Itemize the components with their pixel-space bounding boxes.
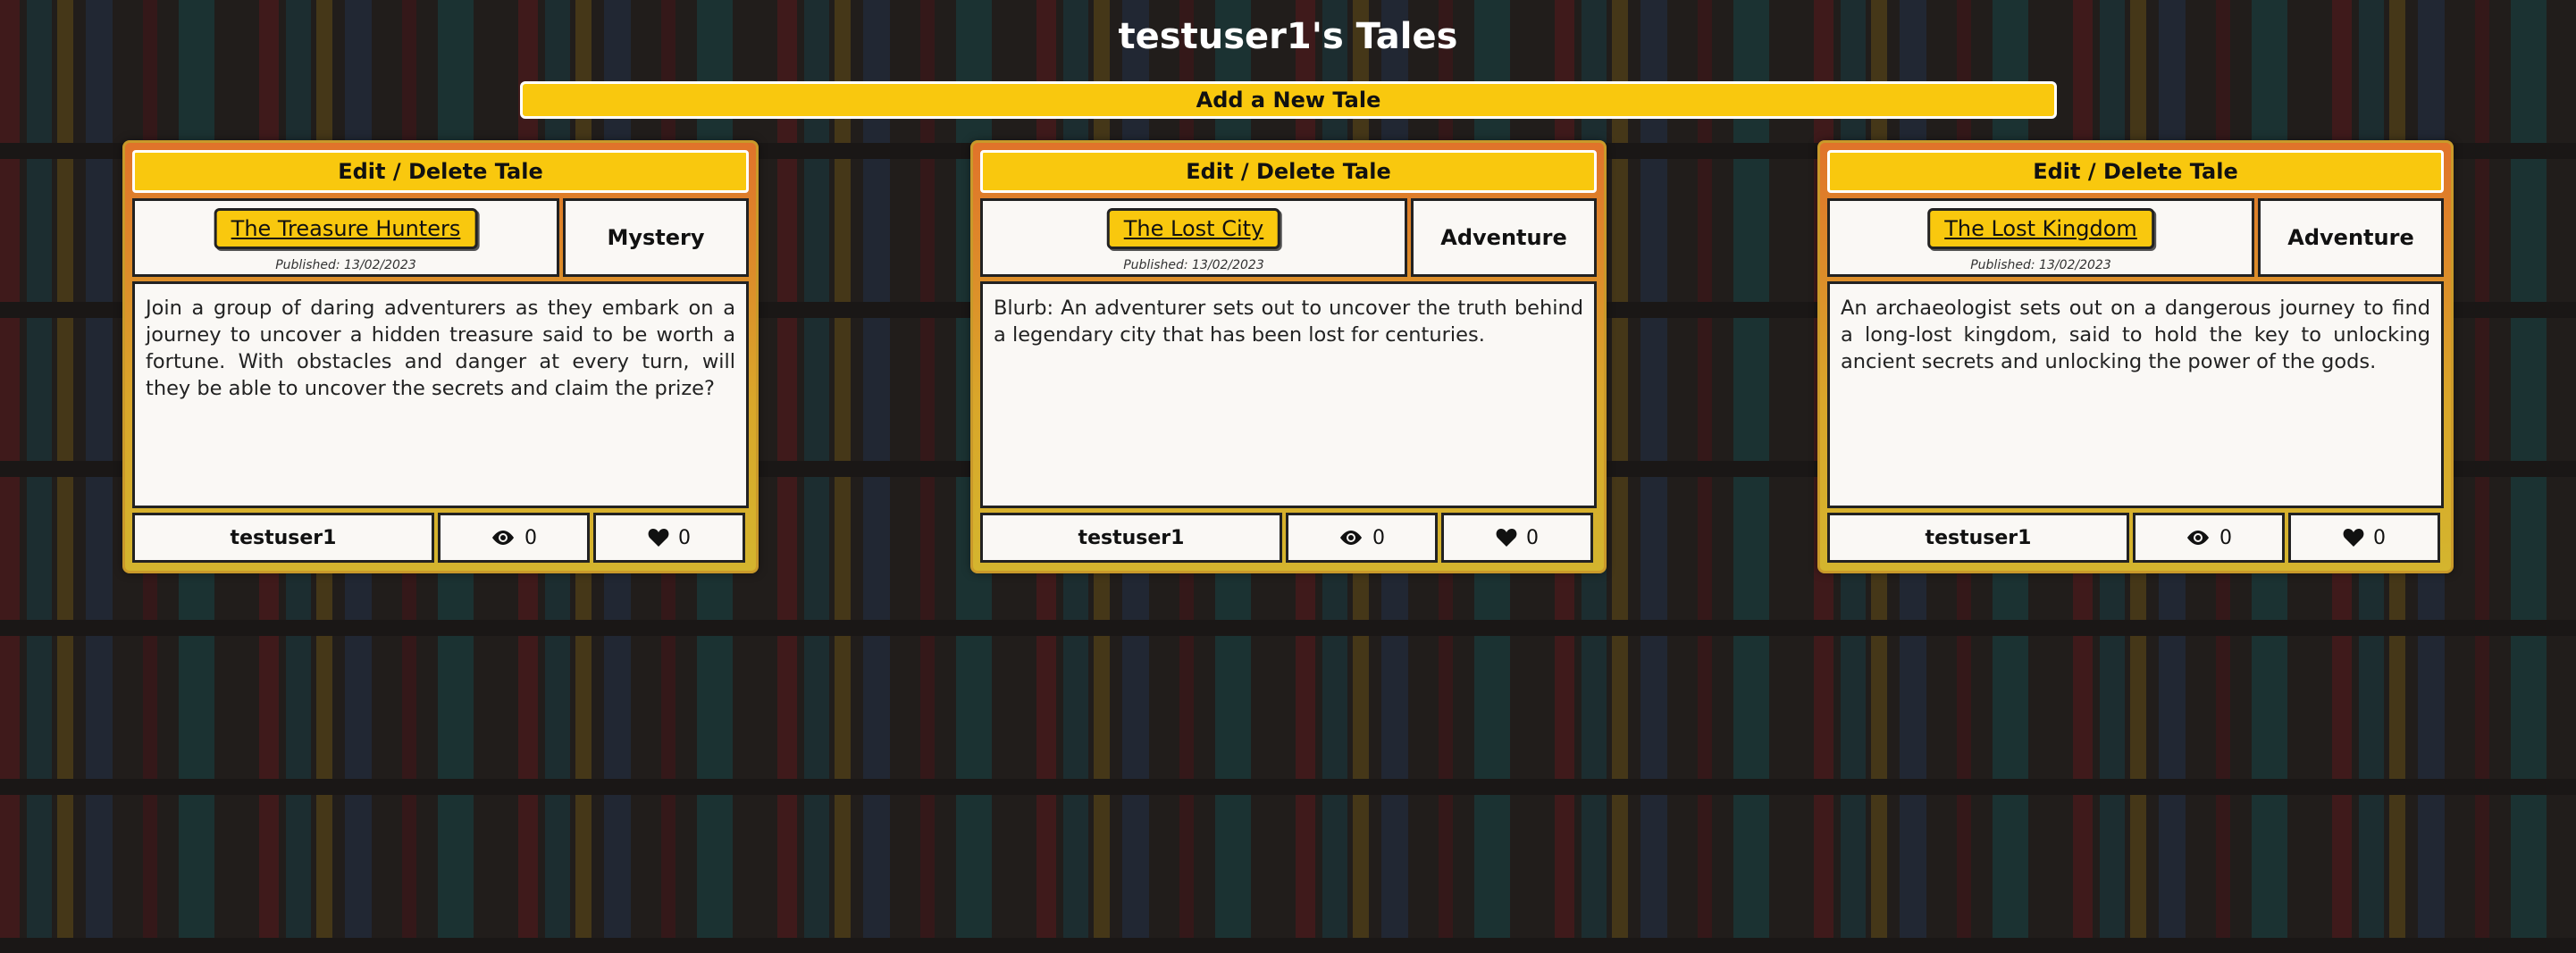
tale-title-link[interactable]: The Lost City — [1106, 208, 1281, 249]
likes-count: 0 — [678, 526, 691, 549]
heart-icon — [2343, 528, 2364, 548]
tale-blurb: Blurb: An adventurer sets out to uncover… — [980, 281, 1597, 508]
genre-label: Mystery — [563, 198, 749, 277]
likes-counter[interactable]: 0 — [2288, 513, 2440, 563]
views-count: 0 — [524, 526, 537, 549]
views-count: 0 — [2219, 526, 2232, 549]
tale-title-panel: The Lost City Published: 13/02/2023 — [980, 198, 1407, 277]
published-date: Published: 13/02/2023 — [1970, 258, 2111, 272]
tale-title-link[interactable]: The Lost Kingdom — [1927, 208, 2154, 249]
eye-icon — [1338, 529, 1364, 547]
tale-blurb: Join a group of daring adventurers as th… — [132, 281, 749, 508]
edit-delete-tale-button[interactable]: Edit / Delete Tale — [1827, 150, 2444, 193]
page: testuser1's Tales Add a New Tale Edit / … — [0, 0, 2576, 953]
views-count: 0 — [1372, 526, 1385, 549]
tale-card: Edit / Delete Tale The Lost Kingdom Publ… — [1817, 140, 2454, 573]
page-title: testuser1's Tales — [1118, 16, 1458, 57]
eye-icon — [2186, 529, 2211, 547]
tale-blurb: An archaeologist sets out on a dangerous… — [1827, 281, 2444, 508]
tale-card: Edit / Delete Tale The Lost City Publish… — [970, 140, 1607, 573]
edit-delete-tale-button[interactable]: Edit / Delete Tale — [980, 150, 1597, 193]
views-counter[interactable]: 0 — [2133, 513, 2285, 563]
likes-count: 0 — [1526, 526, 1539, 549]
author-name: testuser1 — [980, 513, 1282, 563]
likes-count: 0 — [2373, 526, 2386, 549]
author-name: testuser1 — [1827, 513, 2129, 563]
heart-icon — [1496, 528, 1517, 548]
views-counter[interactable]: 0 — [1286, 513, 1438, 563]
likes-counter[interactable]: 0 — [1441, 513, 1593, 563]
views-counter[interactable]: 0 — [438, 513, 590, 563]
add-tale-button[interactable]: Add a New Tale — [520, 81, 2057, 119]
edit-delete-tale-button[interactable]: Edit / Delete Tale — [132, 150, 749, 193]
tale-title-link[interactable]: The Treasure Hunters — [214, 208, 478, 249]
tale-title-panel: The Treasure Hunters Published: 13/02/20… — [132, 198, 559, 277]
published-date: Published: 13/02/2023 — [1123, 258, 1264, 272]
eye-icon — [491, 529, 516, 547]
tale-title-panel: The Lost Kingdom Published: 13/02/2023 — [1827, 198, 2254, 277]
genre-label: Adventure — [1411, 198, 1597, 277]
tale-card: Edit / Delete Tale The Treasure Hunters … — [122, 140, 759, 573]
author-name: testuser1 — [132, 513, 434, 563]
published-date: Published: 13/02/2023 — [275, 258, 416, 272]
likes-counter[interactable]: 0 — [593, 513, 745, 563]
genre-label: Adventure — [2258, 198, 2444, 277]
heart-icon — [648, 528, 669, 548]
